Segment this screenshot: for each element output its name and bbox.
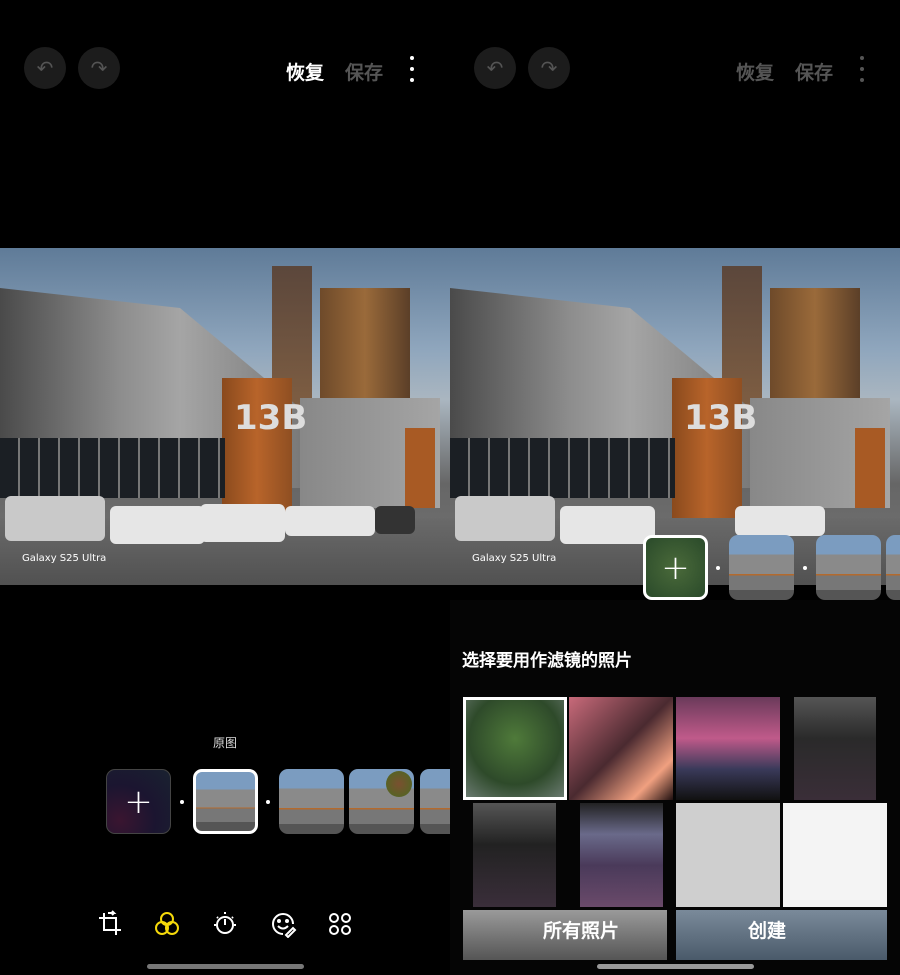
- tab-create[interactable]: 创建: [748, 916, 786, 943]
- photo-cell[interactable]: [794, 697, 876, 800]
- filter-thumb[interactable]: [729, 535, 794, 600]
- filter-thumb-original[interactable]: [193, 769, 258, 834]
- editor-panel-filters: ↶ ↷ 恢复 保存 13B Galaxy S25 Ultra 原图 +: [0, 0, 450, 975]
- more-options-icon[interactable]: [859, 56, 865, 82]
- add-filter-button-selected[interactable]: +: [643, 535, 708, 600]
- undo-icon: ↶: [486, 56, 504, 80]
- photo-cell-tree-selected[interactable]: [463, 697, 567, 800]
- redo-button[interactable]: ↷: [78, 47, 120, 89]
- separator-dot: [803, 566, 807, 570]
- original-label: 原图: [213, 736, 238, 750]
- revert-button[interactable]: 恢复: [736, 58, 774, 85]
- building-sign: 13B: [234, 398, 308, 438]
- photo-cell-video[interactable]: [473, 803, 556, 907]
- photo-cell-video[interactable]: [580, 803, 663, 907]
- add-filter-button[interactable]: +: [106, 769, 171, 834]
- adjust-brightness-icon[interactable]: [211, 910, 239, 938]
- editor-panel-photo-picker: ↶ ↷ 恢复 保存 13B Galaxy S25 Ultra + 选择要用作滤镜…: [450, 0, 900, 975]
- separator-dot: [716, 566, 720, 570]
- photo-cell[interactable]: [676, 697, 780, 800]
- save-button[interactable]: 保存: [795, 58, 833, 85]
- camera-watermark: Galaxy S25 Ultra: [472, 553, 557, 564]
- home-indicator[interactable]: [147, 964, 304, 969]
- separator-dot: [180, 800, 184, 804]
- more-tools-icon[interactable]: [326, 910, 354, 938]
- redo-icon: ↷: [90, 56, 108, 80]
- building-sign: 13B: [684, 398, 758, 438]
- revert-button[interactable]: 恢复: [286, 58, 324, 85]
- home-indicator[interactable]: [597, 964, 754, 969]
- filter-thumb[interactable]: [420, 769, 450, 834]
- decorations-icon[interactable]: [269, 910, 297, 938]
- picker-title: 选择要用作滤镜的照片: [462, 651, 632, 671]
- filter-thumb[interactable]: [816, 535, 881, 600]
- photo-cell-screenshot[interactable]: [676, 803, 780, 907]
- redo-button[interactable]: ↷: [528, 47, 570, 89]
- redo-icon: ↷: [540, 56, 558, 80]
- photo-preview: 13B Galaxy S25 Ultra: [0, 248, 450, 585]
- camera-watermark: Galaxy S25 Ultra: [22, 553, 107, 564]
- crop-rotate-icon[interactable]: [96, 910, 124, 938]
- plus-icon: +: [661, 547, 690, 588]
- filter-thumb[interactable]: [279, 769, 344, 834]
- filter-thumb[interactable]: [886, 535, 900, 600]
- filters-icon[interactable]: [153, 910, 181, 938]
- tab-all-photos[interactable]: 所有照片: [543, 916, 619, 943]
- save-button[interactable]: 保存: [345, 58, 383, 85]
- filter-thumb[interactable]: [349, 769, 414, 834]
- undo-button[interactable]: ↶: [24, 47, 66, 89]
- separator-dot: [266, 800, 270, 804]
- photo-cell[interactable]: [569, 697, 673, 800]
- undo-icon: ↶: [36, 56, 54, 80]
- more-options-icon[interactable]: [409, 56, 415, 82]
- plus-icon: +: [124, 781, 153, 822]
- undo-button[interactable]: ↶: [474, 47, 516, 89]
- photo-cell-screenshot[interactable]: [783, 803, 887, 907]
